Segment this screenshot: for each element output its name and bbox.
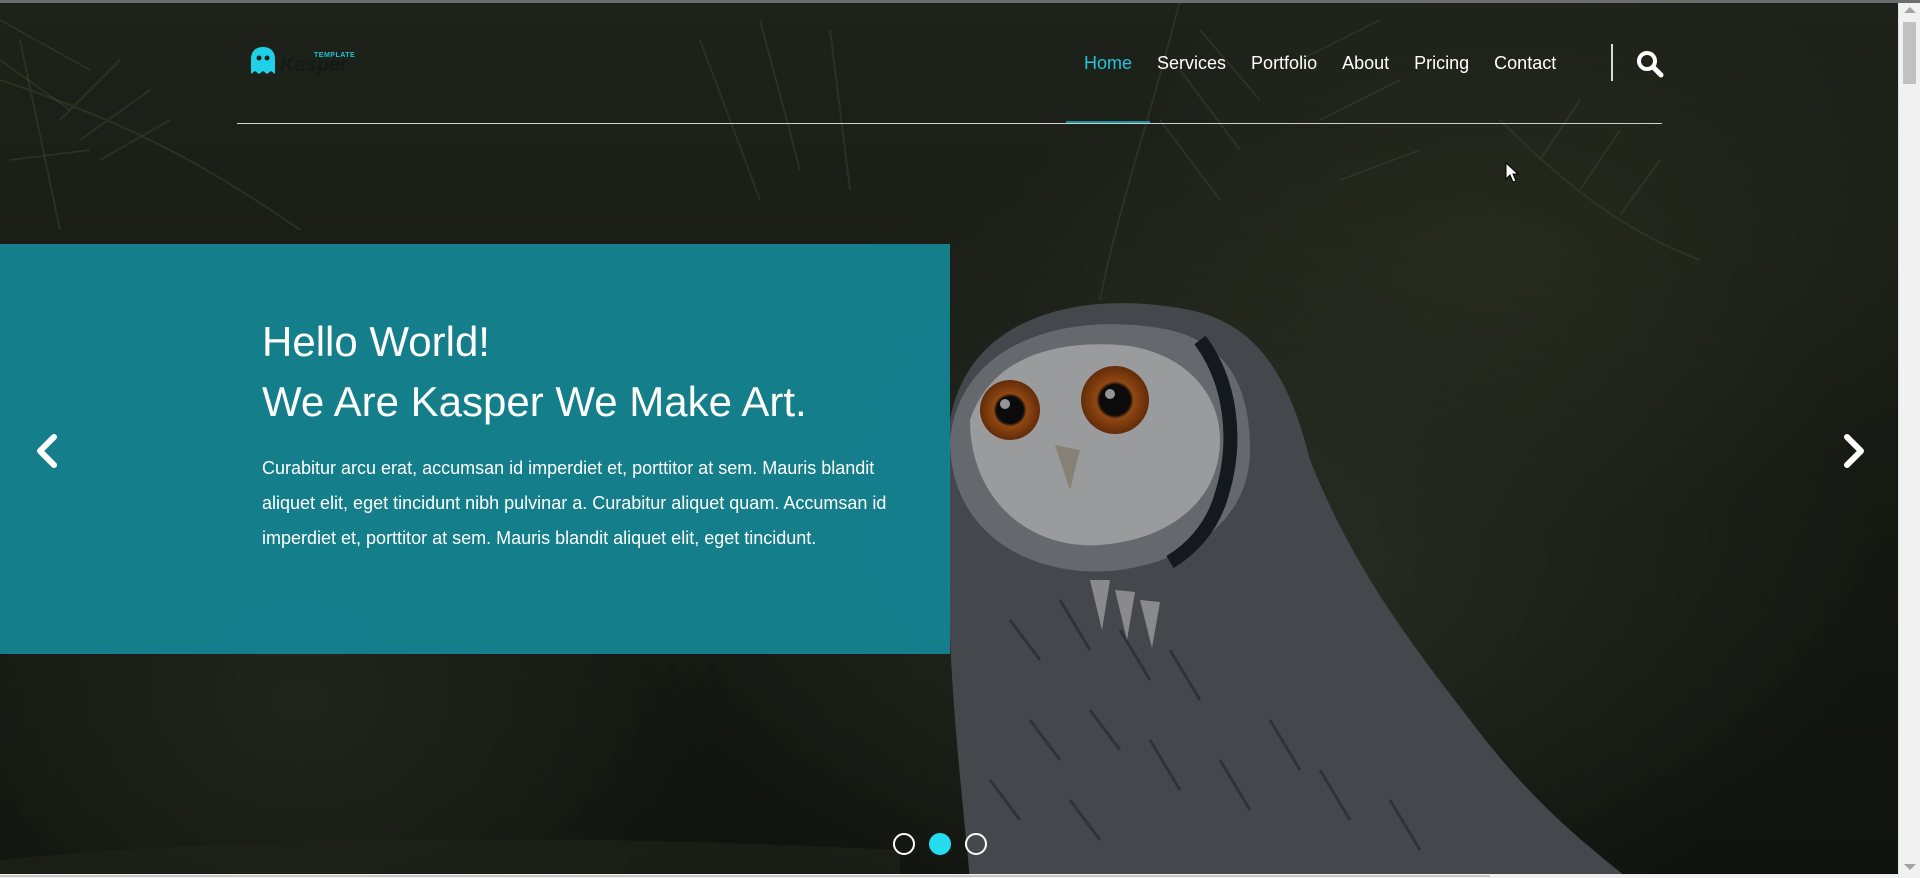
brand-logo[interactable]: TEMPLATE Kasper [250,44,360,80]
main-nav: Home Services Portfolio About Pricing Co… [1066,52,1581,123]
scrollbar-thumb[interactable] [1903,22,1916,84]
nav-about[interactable]: About [1342,52,1389,74]
hero-title-line2: We Are Kasper We Make Art. [262,378,807,425]
chevron-right-icon[interactable] [1837,433,1869,469]
hero-title: Hello World! We Are Kasper We Make Art. [262,312,807,432]
header-rule [237,123,1662,124]
nav-contact[interactable]: Contact [1494,52,1556,74]
mouse-cursor-icon [1505,162,1519,183]
chevron-left-icon[interactable] [32,433,64,469]
nav-pricing[interactable]: Pricing [1414,52,1469,74]
vertical-scrollbar[interactable] [1898,0,1920,878]
nav-home[interactable]: Home [1066,52,1151,123]
hero-body-text: Curabitur arcu erat, accumsan id imperdi… [262,458,887,548]
window-top-border [0,0,1920,3]
nav-portfolio[interactable]: Portfolio [1251,52,1317,74]
slide-dot-1[interactable] [893,833,915,855]
slide-dot-3[interactable] [965,833,987,855]
hero-caption-box: Hello World! We Are Kasper We Make Art. … [0,244,950,654]
nav-divider [1611,44,1613,81]
scroll-up-icon[interactable] [1904,7,1916,13]
slider-indicators [893,833,1001,855]
scroll-down-icon[interactable] [1904,864,1916,870]
search-icon[interactable] [1636,50,1664,78]
slide-dot-2[interactable] [929,833,951,855]
hero-title-line1: Hello World! [262,318,490,365]
hero-section: TEMPLATE Kasper Home Services Portfolio … [0,0,1898,874]
horizontal-scrollbar-thumb[interactable] [0,875,1490,877]
ghost-icon [251,47,275,74]
nav-home-label: Home [1084,53,1133,73]
horizontal-scrollbar[interactable] [0,874,1898,878]
nav-services[interactable]: Services [1157,52,1226,74]
brand-name: Kasper [280,54,348,76]
